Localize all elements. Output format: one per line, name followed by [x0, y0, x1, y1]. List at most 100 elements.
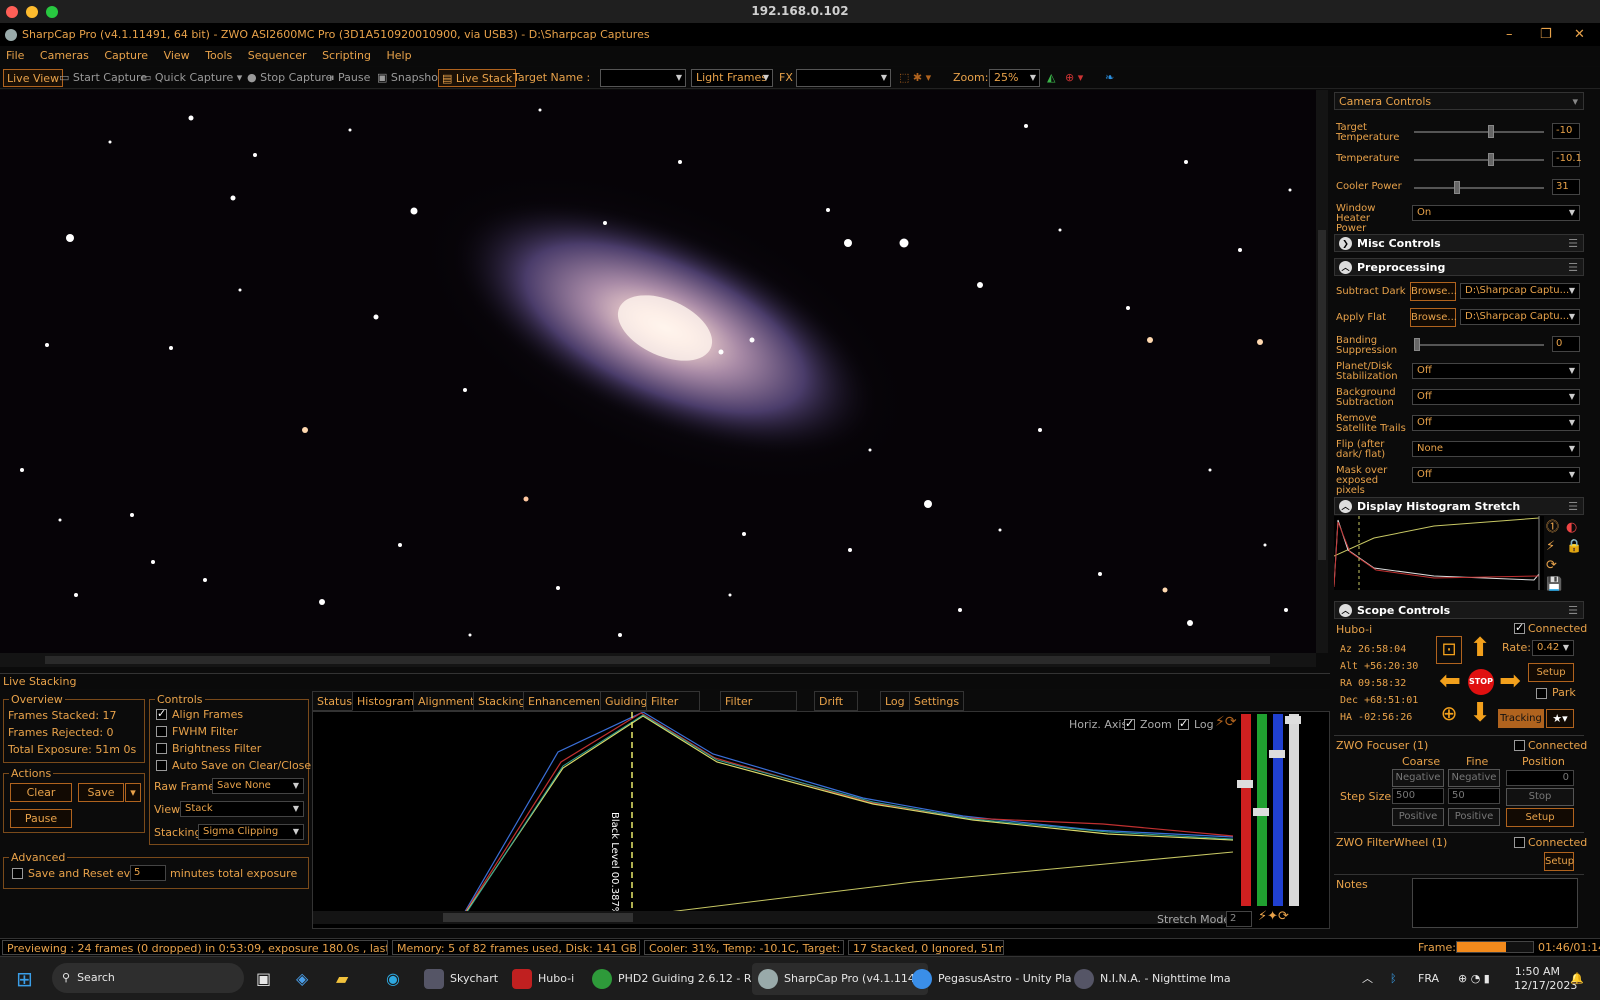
- scope-setup-button[interactable]: Setup: [1528, 663, 1574, 682]
- restore-window-icon[interactable]: ❐: [1540, 24, 1552, 46]
- zoom-tool-icon[interactable]: ⊕ ▾: [1062, 69, 1086, 87]
- menu-view[interactable]: View: [158, 46, 196, 66]
- stretch-side-icons-2[interactable]: ◐ 🔒: [1566, 518, 1582, 556]
- collapse-icon[interactable]: ︿: [1339, 261, 1352, 274]
- clear-button[interactable]: Clear: [10, 783, 72, 802]
- filterwheel-connected-checkbox[interactable]: [1514, 837, 1525, 848]
- language-indicator[interactable]: FRA: [1418, 963, 1439, 995]
- auto-save-checkbox[interactable]: [156, 760, 167, 771]
- taskbar-hubo[interactable]: Hubo-i: [512, 963, 574, 995]
- view-select[interactable]: Stack ▼: [180, 801, 304, 817]
- scope-connected-checkbox[interactable]: [1514, 621, 1525, 634]
- stack-histogram[interactable]: Black Level 00.387% Horiz. Axis: Zoom Lo…: [312, 711, 1330, 929]
- network-icon[interactable]: ⊕ ◔ ▮: [1458, 963, 1490, 995]
- stacking-select[interactable]: Sigma Clipping ▼: [198, 824, 304, 840]
- mask-select[interactable]: Off ▼: [1412, 467, 1580, 483]
- taskbar-skychart[interactable]: Skychart: [424, 963, 498, 995]
- close-window-icon[interactable]: ✕: [1574, 24, 1585, 46]
- save-button[interactable]: Save: [78, 783, 124, 802]
- save-reset-checkbox[interactable]: [12, 868, 23, 879]
- zoom-axis-checkbox[interactable]: [1124, 717, 1135, 730]
- taskbar-search[interactable]: ⚲ Search: [52, 963, 244, 993]
- focuser-stop-button[interactable]: Stop: [1506, 788, 1574, 806]
- target-icon[interactable]: ⊕: [1436, 700, 1462, 726]
- focuser-connected-checkbox[interactable]: [1514, 740, 1525, 751]
- tab-status[interactable]: Status: [312, 691, 358, 711]
- coarse-positive-button[interactable]: Positive: [1392, 808, 1444, 826]
- tab-stacking[interactable]: Stacking: [473, 691, 531, 711]
- auto-stretch-icon[interactable]: ⚡⟳: [1215, 714, 1237, 730]
- tab-guiding[interactable]: Guiding: [600, 691, 653, 711]
- taskbar-clock[interactable]: 1:50 AM 12/17/2023: [1514, 965, 1577, 997]
- windows-start-icon[interactable]: ⊞: [16, 963, 33, 995]
- park-checkbox[interactable]: [1536, 688, 1547, 699]
- dark-path-select[interactable]: D:\Sharpcap Captu... ▼: [1460, 283, 1580, 299]
- heater-power-select[interactable]: On ▼: [1412, 205, 1580, 221]
- banding-value[interactable]: 0: [1552, 336, 1580, 352]
- bluetooth-icon[interactable]: ᛒ: [1390, 963, 1397, 995]
- banding-slider[interactable]: [1414, 338, 1544, 351]
- display-stretch-header[interactable]: ︿ Display Histogram Stretch ☰: [1334, 497, 1584, 515]
- arrow-right-icon[interactable]: ➡: [1496, 668, 1524, 694]
- fine-negative-button[interactable]: Negative: [1448, 769, 1500, 787]
- slider-knob[interactable]: [1488, 125, 1495, 138]
- feather-icon[interactable]: ❧: [1102, 69, 1117, 87]
- slider-knob[interactable]: [1414, 338, 1420, 351]
- image-horizontal-scrollbar[interactable]: [0, 653, 1316, 667]
- python-icon[interactable]: ◈: [296, 963, 308, 995]
- snapshot-button[interactable]: ▣ Snapshot: [374, 69, 445, 87]
- tab-drift-graph[interactable]: Drift Graph: [814, 691, 858, 727]
- background-sub-select[interactable]: Off ▼: [1412, 389, 1580, 405]
- fine-positive-button[interactable]: Positive: [1448, 808, 1500, 826]
- tray-chevron-icon[interactable]: ︿: [1362, 963, 1373, 995]
- fx-select[interactable]: ▼: [796, 69, 891, 87]
- pause-stack-button[interactable]: Pause: [10, 809, 72, 828]
- menu-tools[interactable]: Tools: [199, 46, 238, 66]
- fine-step-input[interactable]: 50: [1448, 788, 1500, 804]
- coarse-negative-button[interactable]: Negative: [1392, 769, 1444, 787]
- task-view-icon[interactable]: ▣: [256, 963, 271, 995]
- menu-icon[interactable]: ☰: [1568, 235, 1578, 252]
- frame-type-select[interactable]: Light Frames ▼: [691, 69, 773, 87]
- taskbar-sharpcap[interactable]: SharpCap Pro (v4.1.1149: [752, 963, 928, 995]
- histogram-scrollbar[interactable]: [313, 911, 1233, 924]
- flat-path-select[interactable]: D:\Sharpcap Captu... ▼: [1460, 309, 1580, 325]
- rate-select[interactable]: 0.42 ▼: [1532, 640, 1574, 656]
- stop-capture-button[interactable]: ● Stop Capture: [244, 69, 335, 87]
- taskbar-nina[interactable]: N.I.N.A. - Nighttime Ima: [1074, 963, 1231, 995]
- quick-capture-button[interactable]: ▭ Quick Capture ▾: [138, 69, 245, 87]
- save-dropdown-icon[interactable]: ▾: [125, 783, 141, 802]
- camera-controls-header[interactable]: Camera Controls ▾: [1334, 92, 1584, 110]
- pin-icon[interactable]: ▾: [1572, 93, 1578, 110]
- target-name-combo[interactable]: ▼: [600, 69, 686, 87]
- tab-log[interactable]: Log: [880, 691, 910, 711]
- tab-alignment[interactable]: Alignment: [413, 691, 480, 711]
- browse-flat-button[interactable]: Browse...: [1410, 308, 1457, 327]
- tab-enhancement[interactable]: Enhancement: [523, 691, 610, 711]
- image-vertical-scrollbar[interactable]: [1316, 90, 1328, 653]
- goto-icon[interactable]: ⊡: [1436, 636, 1462, 664]
- pause-button[interactable]: ⏸ Pause: [326, 69, 373, 87]
- notes-textarea[interactable]: [1412, 878, 1578, 928]
- menu-scripting[interactable]: Scripting: [316, 46, 377, 66]
- filterwheel-setup-button[interactable]: Setup: [1544, 852, 1574, 871]
- menu-icon[interactable]: ☰: [1568, 259, 1578, 276]
- focuser-setup-button[interactable]: Setup: [1506, 808, 1574, 827]
- raw-frames-select[interactable]: Save None ▼: [212, 778, 304, 794]
- zoom-select[interactable]: 25% ▼: [989, 69, 1040, 87]
- menu-help[interactable]: Help: [381, 46, 418, 66]
- live-view-button[interactable]: Live View: [3, 69, 64, 87]
- menu-capture[interactable]: Capture: [98, 46, 154, 66]
- minimize-window-icon[interactable]: –: [1506, 24, 1513, 46]
- arrow-left-icon[interactable]: ⬅: [1436, 668, 1464, 694]
- tab-histogram[interactable]: Histogram: [352, 691, 420, 711]
- notifications-icon[interactable]: 🔔: [1570, 963, 1584, 995]
- fwhm-filter-checkbox[interactable]: [156, 726, 167, 737]
- coarse-step-input[interactable]: 500: [1392, 788, 1444, 804]
- menu-file[interactable]: File: [0, 46, 30, 66]
- menu-cameras[interactable]: Cameras: [34, 46, 95, 66]
- menu-sequencer[interactable]: Sequencer: [242, 46, 313, 66]
- stop-button[interactable]: STOP: [1468, 669, 1494, 695]
- collapse-icon[interactable]: ︿: [1339, 604, 1352, 617]
- tab-filter-fwhm[interactable]: Filter (FWHM): [646, 691, 700, 727]
